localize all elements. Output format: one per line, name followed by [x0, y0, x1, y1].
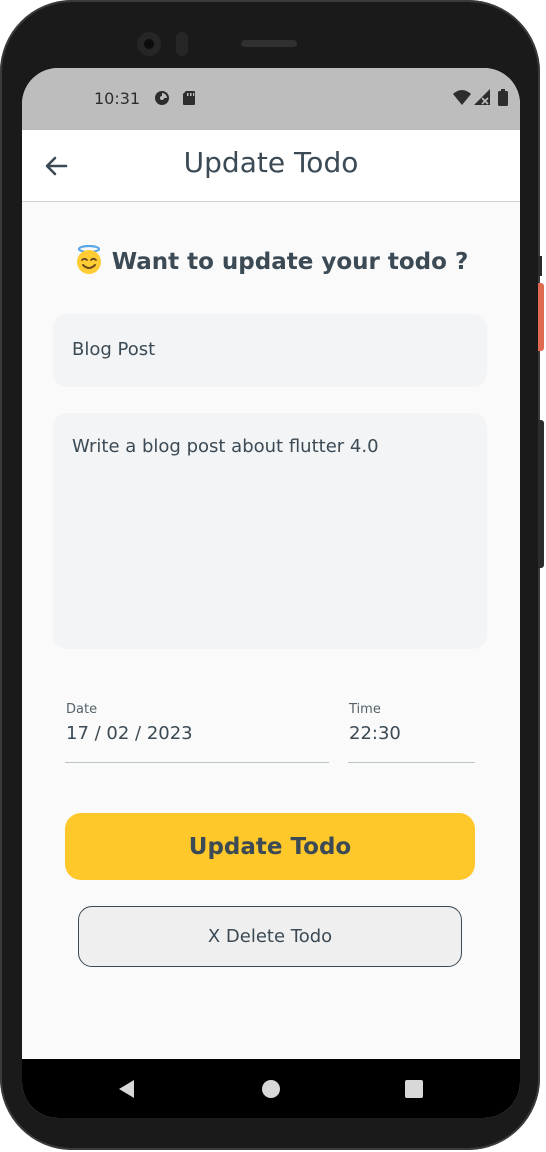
description-input[interactable]: Write a blog post about flutter 4.0 [53, 413, 487, 649]
cellular-signal-icon [474, 89, 490, 105]
delete-todo-button[interactable]: X Delete Todo [78, 906, 462, 967]
time-value: 22:30 [349, 723, 401, 744]
title-input[interactable]: Blog Post [53, 314, 487, 387]
front-camera [137, 32, 161, 56]
power-button [538, 283, 544, 351]
sd-card-icon [183, 91, 195, 105]
form-heading-text: Want to update your todo ? [111, 249, 469, 275]
proximity-sensor [176, 32, 188, 56]
data-saver-icon [155, 91, 169, 105]
page-title: Update Todo [183, 146, 359, 179]
smiling-face-with-halo-icon [76, 245, 101, 274]
status-right-icons [453, 89, 508, 106]
update-todo-button[interactable]: Update Todo [65, 813, 475, 880]
date-picker-field[interactable]: Date 17 / 02 / 2023 [65, 698, 329, 763]
time-picker-field[interactable]: Time 22:30 [348, 698, 475, 763]
status-time: 10:31 [94, 89, 141, 108]
time-label: Time [349, 702, 381, 717]
title-input-value: Blog Post [72, 339, 156, 360]
volume-button [538, 420, 544, 568]
form-heading: Want to update your todo ? [22, 245, 520, 275]
date-value: 17 / 02 / 2023 [66, 723, 193, 744]
back-triangle-icon[interactable] [116, 1078, 136, 1100]
home-circle-icon[interactable] [262, 1080, 280, 1098]
wifi-icon [453, 90, 471, 105]
date-label: Date [66, 702, 98, 717]
battery-icon [498, 89, 508, 106]
recents-square-icon[interactable] [405, 1080, 423, 1098]
description-input-value: Write a blog post about flutter 4.0 [72, 436, 379, 457]
app-bar: Update Todo [22, 130, 520, 202]
system-nav-bar [22, 1059, 520, 1118]
status-bar: 10:31 [22, 68, 520, 130]
side-button-small [538, 256, 542, 276]
screen: 10:31 Update Todo Want to update your to… [22, 68, 520, 1118]
earpiece-speaker [241, 40, 297, 47]
